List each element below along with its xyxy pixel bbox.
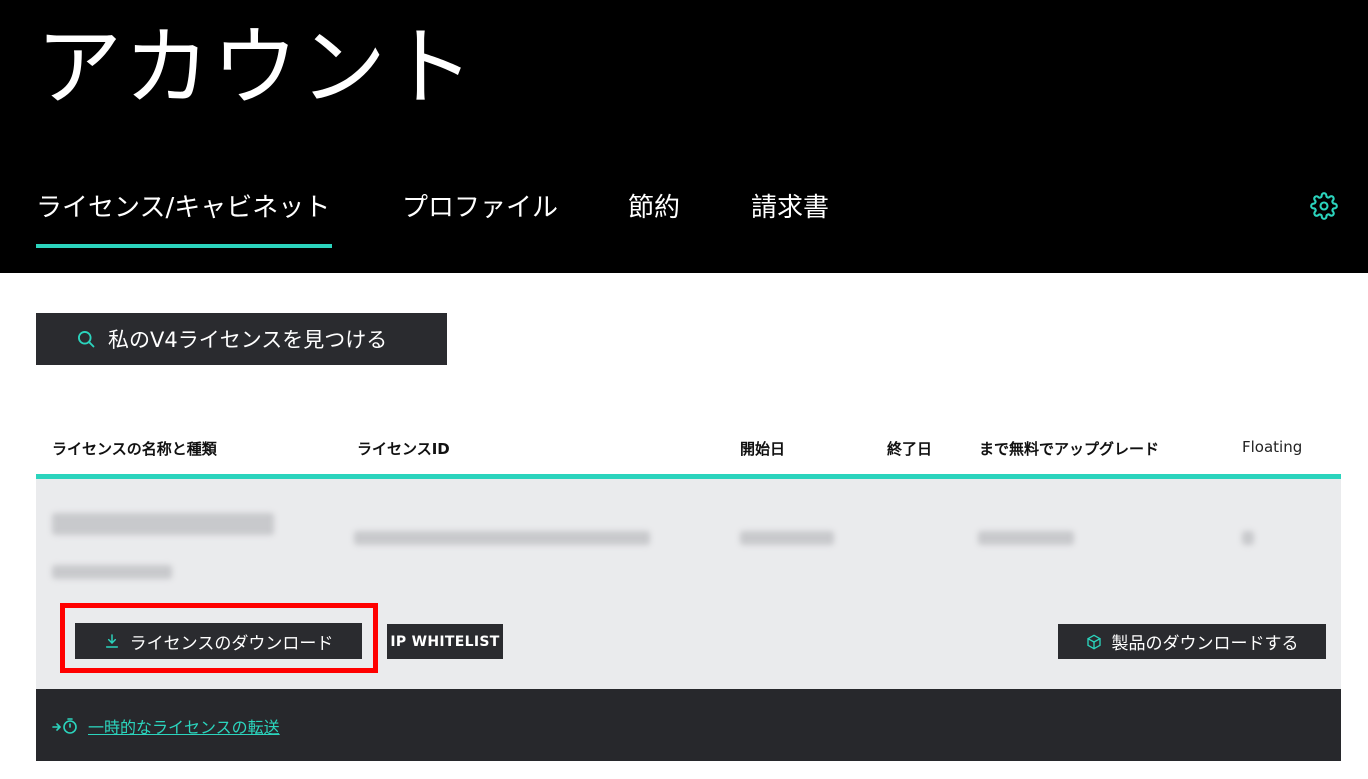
timer-transfer-icon bbox=[52, 718, 77, 734]
account-header: アカウント ライセンス/キャビネット プロファイル 節約 請求書 bbox=[0, 0, 1368, 273]
redacted-start-date bbox=[740, 531, 834, 545]
ip-whitelist-button[interactable]: IP WHITELIST bbox=[387, 624, 503, 659]
temporary-license-transfer-link[interactable]: 一時的なライセンスの転送 bbox=[52, 714, 280, 738]
find-v4-license-button[interactable]: 私のV4ライセンスを見つける bbox=[36, 313, 447, 365]
column-header-free-upgrade-until: まで無料でアップグレード bbox=[979, 440, 1160, 458]
download-license-button[interactable]: ライセンスのダウンロード bbox=[75, 623, 362, 659]
column-header-floating: Floating bbox=[1242, 438, 1303, 456]
gear-icon[interactable] bbox=[1310, 192, 1338, 220]
redacted-license-name bbox=[52, 513, 274, 535]
redacted-upgrade-date bbox=[978, 531, 1074, 545]
download-product-label: 製品のダウンロードする bbox=[1111, 634, 1299, 654]
column-header-license-name: ライセンスの名称と種類 bbox=[52, 440, 217, 458]
download-icon bbox=[105, 634, 118, 648]
redacted-floating-value bbox=[1242, 531, 1254, 545]
find-v4-license-label: 私のV4ライセンスを見つける bbox=[108, 328, 388, 352]
download-license-label: ライセンスのダウンロード bbox=[129, 633, 334, 654]
download-product-button[interactable]: 製品のダウンロードする bbox=[1058, 624, 1326, 659]
column-header-license-id: ライセンスID bbox=[357, 440, 450, 458]
tab-invoices[interactable]: 請求書 bbox=[751, 186, 829, 248]
temporary-license-transfer-label: 一時的なライセンスの転送 bbox=[88, 718, 280, 737]
redacted-license-id bbox=[354, 531, 650, 545]
tab-savings[interactable]: 節約 bbox=[628, 186, 680, 248]
column-header-start-date: 開始日 bbox=[740, 440, 786, 458]
column-header-end-date: 終了日 bbox=[887, 440, 933, 458]
redacted-license-type bbox=[52, 565, 172, 579]
search-icon bbox=[78, 331, 95, 348]
package-icon bbox=[1086, 634, 1101, 649]
tab-profile[interactable]: プロファイル bbox=[402, 186, 558, 248]
page-title: アカウント bbox=[36, 18, 476, 118]
tab-license-cabinet[interactable]: ライセンス/キャビネット bbox=[36, 186, 332, 248]
